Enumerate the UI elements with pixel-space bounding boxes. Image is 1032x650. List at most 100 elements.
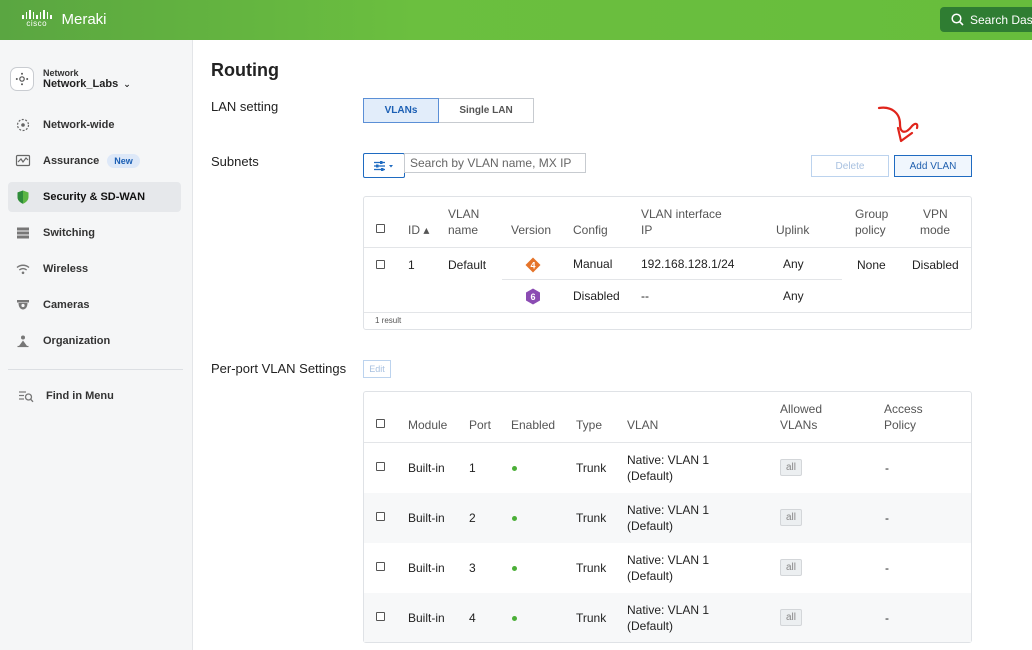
port-vlan-default: (Default) <box>627 469 674 483</box>
v6-config: Disabled <box>573 289 620 303</box>
col-module: Module <box>408 418 448 432</box>
col-vlan-name-line1: VLAN <box>448 207 480 221</box>
col-allowed-line1: Allowed <box>780 402 823 416</box>
port-module: Built-in <box>408 461 445 475</box>
delete-button[interactable]: Delete <box>811 155 889 177</box>
v4-uplink: Any <box>783 257 804 271</box>
ports-header-divider <box>364 442 971 443</box>
col-version: Version <box>511 223 552 237</box>
enabled-status-icon <box>512 566 517 571</box>
header-divider <box>364 247 971 248</box>
chevron-down-icon: ⌄ <box>123 78 131 89</box>
ipv6-badge-icon: 6 <box>526 288 540 305</box>
port-vlan-default: (Default) <box>627 569 674 583</box>
allowed-vlans-tag: all <box>780 459 802 476</box>
sidebar-item-label: Network-wide <box>43 119 115 131</box>
col-id[interactable]: ID ▴ <box>408 222 429 238</box>
port-row-checkbox[interactable] <box>376 562 385 571</box>
port-vlan-native: Native: VLAN 1 <box>627 603 710 617</box>
camera-icon <box>14 297 31 314</box>
col-allowed-line2: VLANs <box>780 418 818 432</box>
port-number: 4 <box>469 611 476 625</box>
sidebar-item-wireless[interactable]: Wireless <box>8 254 181 284</box>
select-all-checkbox[interactable] <box>376 224 385 233</box>
col-group-line1: Group <box>855 207 889 221</box>
col-access-line2: Policy <box>884 418 917 432</box>
meraki-logo[interactable]: cisco Meraki <box>22 10 107 28</box>
col-config: Config <box>573 223 608 237</box>
row-shade <box>364 593 971 642</box>
port-module: Built-in <box>408 561 445 575</box>
sidebar-item-security-sd-wan[interactable]: Security & SD-WAN <box>8 182 181 212</box>
col-access-line1: Access <box>884 402 923 416</box>
sidebar-divider <box>8 369 183 370</box>
port-vlan-native: Native: VLAN 1 <box>627 503 710 517</box>
sidebar-item-organization[interactable]: Organization <box>8 326 181 356</box>
v6-uplink: Any <box>783 289 804 303</box>
result-count: 1 result <box>375 316 402 325</box>
select-all-ports-checkbox[interactable] <box>376 419 385 428</box>
find-in-menu[interactable]: Find in Menu <box>11 381 184 411</box>
filter-button[interactable] <box>363 153 405 178</box>
vlan-name[interactable]: Default <box>448 258 486 272</box>
network-name: Network_Labs <box>43 78 119 90</box>
allowed-vlans-tag: all <box>780 509 802 526</box>
edit-button[interactable]: Edit <box>363 360 391 378</box>
port-row-checkbox[interactable] <box>376 512 385 521</box>
footer-divider <box>364 312 971 313</box>
sidebar-item-label: Assurance <box>43 155 100 167</box>
v4-config: Manual <box>573 257 613 271</box>
sidebar-item-network-wide[interactable]: Network-wide <box>8 110 181 140</box>
cisco-logo: cisco <box>22 10 52 28</box>
port-number: 3 <box>469 561 476 575</box>
row-checkbox[interactable] <box>376 260 385 269</box>
enabled-status-icon <box>512 516 517 521</box>
enabled-status-icon <box>512 466 517 471</box>
search-dashboard-button[interactable]: Search Dash <box>940 7 1032 32</box>
brand-name: Meraki <box>61 10 107 28</box>
col-port: Port <box>469 418 492 432</box>
new-badge: New <box>107 154 140 168</box>
per-port-label: Per-port VLAN Settings <box>211 361 347 376</box>
sidebar-item-label: Switching <box>43 227 95 239</box>
row-shade <box>364 493 971 543</box>
annotation-arrow-icon <box>877 106 919 143</box>
organization-icon <box>14 333 31 350</box>
ipv4-badge-label: 4 <box>530 261 535 271</box>
port-row-checkbox[interactable] <box>376 462 385 471</box>
vlan-search-input[interactable] <box>404 153 586 173</box>
add-vlan-button[interactable]: Add VLAN <box>894 155 972 177</box>
sidebar-item-label: Security & SD-WAN <box>43 191 146 203</box>
port-module: Built-in <box>408 611 445 625</box>
network-selector[interactable]: Network Network_Labs ⌄ <box>10 67 131 91</box>
single-lan-option[interactable]: Single LAN <box>439 98 534 123</box>
port-vlan-native: Native: VLAN 1 <box>627 553 710 567</box>
find-menu-icon <box>17 388 34 405</box>
ipv-row-divider <box>502 279 842 280</box>
sidebar-item-label: Wireless <box>43 263 89 275</box>
allowed-vlans-tag: all <box>780 609 802 626</box>
ipv6-badge-label: 6 <box>530 292 535 302</box>
top-bar: cisco Meraki Search Dash <box>0 0 1032 40</box>
ipv4-badge-icon: 4 <box>525 257 541 273</box>
sidebar-item-assurance[interactable]: Assurance New <box>8 146 181 176</box>
cisco-wordmark: cisco <box>26 19 48 28</box>
col-vpn-line1: VPN <box>923 207 948 221</box>
group-policy: None <box>857 258 886 272</box>
port-type: Trunk <box>576 611 607 625</box>
sidebar-item-switching[interactable]: Switching <box>8 218 181 248</box>
port-type: Trunk <box>576 511 607 525</box>
assurance-icon <box>14 153 31 170</box>
sidebar: Network Network_Labs ⌄ Network-wide Assur… <box>0 40 193 650</box>
wifi-icon <box>14 261 31 278</box>
vlans-option[interactable]: VLANs <box>363 98 439 123</box>
port-number: 1 <box>469 461 476 475</box>
allowed-vlans-tag: all <box>780 559 802 576</box>
sidebar-item-cameras[interactable]: Cameras <box>8 290 181 320</box>
port-row-checkbox[interactable] <box>376 612 385 621</box>
port-module: Built-in <box>408 511 445 525</box>
col-group-line2: policy <box>855 223 886 237</box>
access-policy: - <box>885 561 889 575</box>
col-vlan-ip-line2: IP <box>641 223 653 237</box>
enabled-status-icon <box>512 616 517 621</box>
